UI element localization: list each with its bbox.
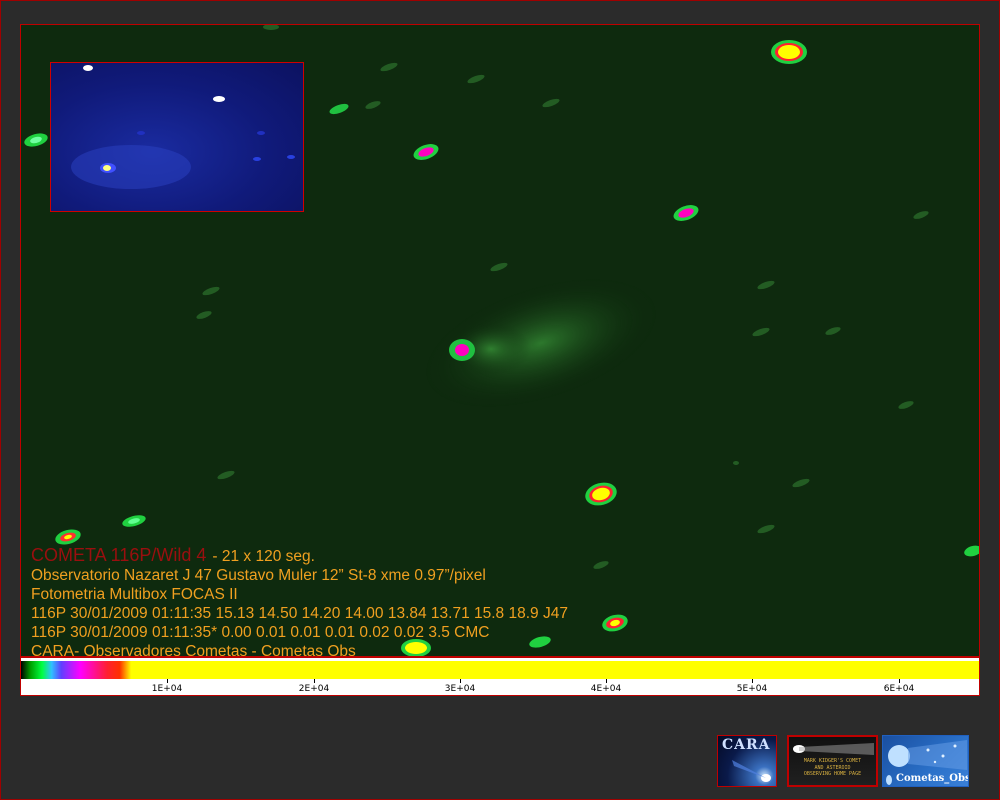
photometry-method-line: Fotometria Multibox FOCAS II — [31, 586, 238, 603]
inset-image — [50, 62, 304, 212]
photometry-values-line: 116P 30/01/2009 01:11:35 15.13 14.50 14.… — [31, 605, 568, 622]
exposure-info: - 21 x 120 seg. — [212, 548, 315, 565]
observatory-line: Observatorio Nazaret J 47 Gustavo Muler … — [31, 567, 486, 584]
intensity-scale: 1E+04 2E+04 3E+04 4E+04 5E+04 6E+04 — [20, 657, 980, 696]
scale-tick — [752, 679, 753, 683]
scale-tick — [167, 679, 168, 683]
comet-116p — [425, 278, 657, 408]
inset-star-field — [71, 65, 295, 189]
scale-tick-label: 4E+04 — [590, 684, 622, 694]
cometas-obs-link-badge[interactable]: Cometas_Obs — [882, 735, 969, 787]
scale-tick-label: 2E+04 — [298, 684, 330, 694]
scale-tick-label: 6E+04 — [883, 684, 915, 694]
scale-tick-label: 5E+04 — [736, 684, 768, 694]
cara-link-badge[interactable]: CARA — [717, 735, 777, 787]
photometry-errors-line: 116P 30/01/2009 01:11:35* 0.00 0.01 0.01… — [31, 624, 490, 641]
comet-icon — [732, 760, 771, 782]
comet-icon — [793, 743, 874, 755]
kidger-badge-label: MARK KIDGER'S COMET AND ASTEROID OBSERVI… — [803, 758, 862, 777]
scale-tick — [460, 679, 461, 683]
comet-name: COMETA 116P/Wild 4 — [31, 545, 207, 565]
scale-tick-label: 3E+04 — [444, 684, 476, 694]
scale-tick — [899, 679, 900, 683]
scale-tick — [314, 679, 315, 683]
kidger-link-badge[interactable]: MARK KIDGER'S COMET AND ASTEROID OBSERVI… — [787, 735, 878, 787]
cometas-badge-label: Cometas_Obs — [896, 773, 969, 784]
scale-tick — [606, 679, 607, 683]
observation-caption: COMETA 116P/Wild 4 - 21 x 120 seg. Observ… — [31, 545, 568, 661]
caption-title-line: COMETA 116P/Wild 4 - 21 x 120 seg. — [31, 545, 568, 566]
color-bar — [21, 661, 979, 679]
scale-tick-label: 1E+04 — [151, 684, 183, 694]
